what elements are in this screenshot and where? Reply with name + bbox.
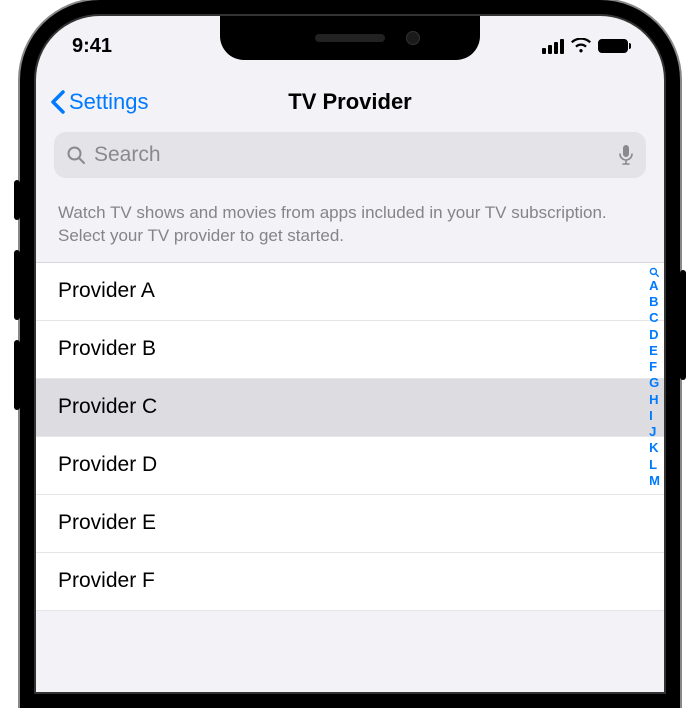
volume-up-button: [14, 250, 20, 320]
index-letter[interactable]: D: [649, 327, 660, 343]
page-title: TV Provider: [288, 89, 411, 115]
index-letter[interactable]: J: [649, 424, 660, 440]
nav-bar: Settings TV Provider: [36, 76, 664, 128]
notch: [220, 16, 480, 60]
index-letter[interactable]: F: [649, 359, 660, 375]
search-input[interactable]: [94, 143, 610, 167]
wifi-icon: [570, 38, 592, 54]
index-letter[interactable]: K: [649, 440, 660, 456]
screen: 9:41 Settings TV Provider: [34, 14, 666, 694]
index-letter[interactable]: E: [649, 343, 660, 359]
index-letter[interactable]: L: [649, 457, 660, 473]
index-letter[interactable]: C: [649, 310, 660, 326]
front-camera: [406, 31, 420, 45]
provider-row[interactable]: Provider D: [36, 437, 664, 495]
back-button[interactable]: Settings: [50, 89, 149, 115]
back-label: Settings: [69, 89, 149, 115]
phone-frame: 9:41 Settings TV Provider: [20, 0, 680, 708]
status-time: 9:41: [72, 35, 112, 58]
index-letter[interactable]: I: [649, 408, 660, 424]
section-description: Watch TV shows and movies from apps incl…: [36, 192, 664, 263]
index-letter[interactable]: M: [649, 473, 660, 489]
provider-row[interactable]: Provider F: [36, 553, 664, 611]
provider-row[interactable]: Provider B: [36, 321, 664, 379]
index-letter[interactable]: B: [649, 294, 660, 310]
provider-row[interactable]: Provider A: [36, 263, 664, 321]
power-button: [680, 270, 686, 380]
search-bar[interactable]: [54, 132, 646, 178]
ringer-switch: [14, 180, 20, 220]
microphone-icon[interactable]: [618, 144, 634, 166]
provider-list: Provider AProvider BProvider CProvider D…: [36, 263, 664, 611]
index-letter[interactable]: G: [649, 375, 660, 391]
provider-row[interactable]: Provider E: [36, 495, 664, 553]
battery-icon: [598, 39, 628, 53]
speaker-grille: [315, 34, 385, 42]
search-icon: [66, 145, 86, 165]
cellular-icon: [542, 39, 564, 54]
provider-row[interactable]: Provider C: [36, 379, 664, 437]
index-letter[interactable]: H: [649, 392, 660, 408]
index-search-icon[interactable]: [649, 267, 660, 278]
chevron-left-icon: [50, 90, 65, 114]
volume-down-button: [14, 340, 20, 410]
section-index[interactable]: ABCDEFGHIJKLM: [649, 267, 660, 489]
index-letter[interactable]: A: [649, 278, 660, 294]
